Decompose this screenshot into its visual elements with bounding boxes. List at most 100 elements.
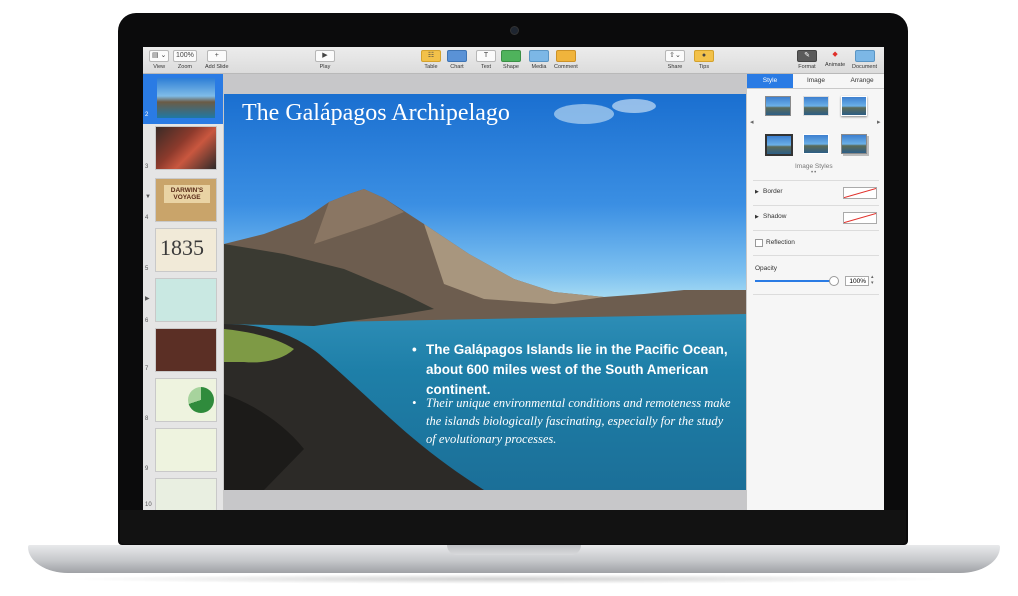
zoom-select[interactable]: 100% Zoom (173, 50, 197, 70)
plus-icon: + (206, 50, 227, 62)
opacity-slider-knob[interactable] (829, 276, 839, 286)
image-style-thumb[interactable] (841, 134, 867, 154)
slide-number: 7 (145, 366, 149, 372)
divider (753, 205, 879, 206)
slide-thumb-text: 1835 (160, 235, 204, 260)
tab-image[interactable]: Image (793, 74, 839, 88)
opacity-slider[interactable] (755, 280, 833, 282)
play-button[interactable]: ▶ Play (315, 50, 335, 70)
slide-number: 3 (145, 164, 149, 170)
disclosure-triangle-icon[interactable]: ▶ (145, 295, 150, 302)
page-dots[interactable]: •• (811, 170, 817, 176)
laptop-chin (120, 510, 906, 544)
comment-icon (555, 50, 576, 62)
play-icon: ▶ (315, 50, 335, 62)
comment-button[interactable]: Comment (554, 50, 578, 70)
share-icon: ⇧⌄ (665, 50, 685, 62)
slide-canvas[interactable]: The Galápagos Archipelago • The Galápago… (224, 74, 746, 510)
disclosure-triangle-icon[interactable]: ▼ (145, 194, 151, 200)
reflection-label: Reflection (766, 239, 795, 246)
media-button[interactable]: Media (529, 50, 549, 70)
border-swatch[interactable] (843, 187, 877, 199)
document-button[interactable]: Document (852, 50, 877, 70)
image-style-thumb[interactable] (765, 96, 791, 116)
divider (753, 180, 879, 181)
slide-bullet-2[interactable]: • Their unique environmental conditions … (412, 394, 736, 448)
slide[interactable]: The Galápagos Archipelago • The Galápago… (224, 94, 746, 490)
opacity-label: Opacity (755, 265, 778, 272)
slide-thumb-10[interactable] (155, 478, 217, 510)
slide-number: 5 (145, 266, 149, 272)
media-icon (529, 50, 549, 62)
slide-number: 2 (145, 112, 149, 118)
shadow-swatch[interactable] (843, 212, 877, 224)
opacity-value-field[interactable]: 100% (845, 276, 869, 286)
image-style-thumb[interactable] (803, 96, 829, 116)
chart-button[interactable]: Chart (447, 50, 467, 70)
animate-button[interactable]: ◆ Animate (825, 50, 845, 68)
chart-icon (447, 50, 467, 62)
slide-thumb-5[interactable]: 1835 (155, 228, 217, 272)
bullet-icon: • (412, 396, 417, 410)
divider (753, 230, 879, 231)
slide-thumb-9[interactable] (155, 428, 217, 472)
disclosure-triangle-icon[interactable]: ▶ (755, 214, 759, 220)
slide-thumb-3[interactable] (155, 126, 217, 170)
laptop-notch (447, 545, 581, 555)
shape-button[interactable]: Shape (501, 50, 521, 70)
divider (753, 294, 879, 295)
shadow-label[interactable]: Shadow (763, 213, 787, 220)
image-style-thumb[interactable] (765, 134, 793, 156)
view-icon: ▤ ⌄ (149, 50, 170, 62)
slide-thumb-8[interactable] (155, 378, 217, 422)
format-button[interactable]: ✎ Format (797, 50, 817, 70)
slide-thumb-2[interactable] (155, 76, 217, 120)
stepper-icon[interactable]: ▴ ▾ (871, 274, 874, 286)
format-inspector: Style Image Arrange ◂ ▸ Image Styles •• … (746, 74, 884, 510)
slide-thumb-6[interactable] (155, 278, 217, 322)
slide-bullet-1-text: The Galápagos Islands lie in the Pacific… (426, 342, 728, 397)
shape-icon (501, 50, 521, 62)
slide-bullet-2-text: Their unique environmental conditions an… (426, 396, 731, 446)
slide-number: 8 (145, 416, 149, 422)
slide-thumb-7[interactable] (155, 328, 217, 372)
zoom-value: 100% (173, 50, 197, 62)
text-button[interactable]: T Text (476, 50, 496, 70)
tab-arrange[interactable]: Arrange (839, 74, 884, 88)
share-button[interactable]: ⇧⌄ Share (665, 50, 685, 70)
tips-icon: ● (694, 50, 714, 62)
slide-bullet-1[interactable]: • The Galápagos Islands lie in the Pacif… (412, 340, 736, 400)
tab-style[interactable]: Style (747, 74, 793, 88)
slide-number: 4 (145, 215, 149, 221)
text-icon: T (476, 50, 496, 62)
tips-button[interactable]: ● Tips (694, 50, 714, 70)
animate-icon: ◆ (832, 51, 838, 58)
slide-number: 6 (145, 318, 149, 324)
chevron-right-icon[interactable]: ▸ (877, 118, 881, 126)
table-icon: ☷ (421, 50, 441, 62)
image-style-thumb[interactable] (841, 96, 867, 116)
slide-title[interactable]: The Galápagos Archipelago (242, 100, 510, 127)
slide-number: 10 (145, 502, 152, 508)
image-styles-label: Image Styles (795, 163, 833, 170)
border-label[interactable]: Border (763, 188, 783, 195)
keynote-window: ▤ ⌄ View 100% Zoom + Add Slide ▶ Play ☷ … (143, 47, 884, 510)
format-brush-icon: ✎ (797, 50, 817, 62)
toolbar: ▤ ⌄ View 100% Zoom + Add Slide ▶ Play ☷ … (143, 47, 884, 74)
table-button[interactable]: ☷ Table (421, 50, 441, 70)
laptop-shadow (60, 574, 960, 584)
disclosure-triangle-icon[interactable]: ▶ (755, 189, 759, 195)
slide-number: 9 (145, 466, 149, 472)
divider (753, 255, 879, 256)
slide-thumb-text: DARWIN'S VOYAGE (164, 185, 210, 203)
add-slide-button[interactable]: + Add Slide (205, 50, 229, 70)
document-icon (854, 50, 875, 62)
camera-icon (510, 26, 519, 35)
view-button[interactable]: ▤ ⌄ View (149, 50, 170, 70)
slide-navigator[interactable]: 2 3 DARWIN'S VOYAGE 4 ▼ 1835 5 6 ▶ 7 8 9… (143, 74, 224, 510)
reflection-checkbox[interactable] (755, 239, 763, 247)
chevron-left-icon[interactable]: ◂ (750, 118, 754, 126)
image-style-thumb[interactable] (803, 134, 829, 154)
bullet-icon: • (412, 342, 417, 357)
slide-thumb-4[interactable]: DARWIN'S VOYAGE (155, 178, 217, 222)
